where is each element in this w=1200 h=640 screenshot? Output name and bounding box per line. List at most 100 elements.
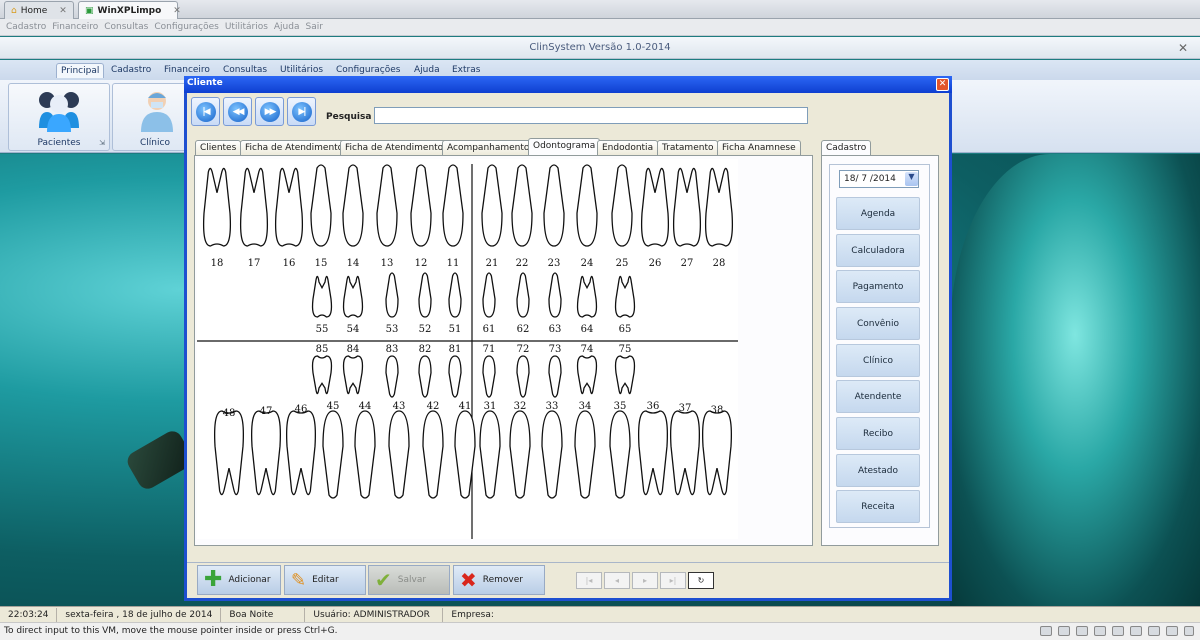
sound-icon[interactable]	[1112, 626, 1124, 636]
tooth[interactable]: 45	[322, 401, 344, 499]
resize-icon[interactable]	[1184, 626, 1194, 636]
tooth[interactable]: 37	[670, 403, 700, 496]
tooth[interactable]: 35	[609, 401, 631, 499]
host-tab-vm[interactable]: ▣ WinXPLimpo ✕	[78, 1, 181, 19]
tooth[interactable]: 34	[574, 401, 596, 499]
tooth[interactable]: 47	[251, 406, 281, 496]
close-icon[interactable]: ✕	[936, 78, 949, 91]
tooth[interactable]: 36	[638, 401, 668, 496]
close-icon[interactable]: ✕	[1178, 41, 1188, 55]
tab-odontograma[interactable]: Odontograma	[528, 138, 601, 156]
tooth[interactable]: 25	[611, 164, 633, 269]
tooth[interactable]: 32	[509, 401, 531, 499]
close-icon[interactable]: ✕	[59, 6, 67, 16]
calculadora-button[interactable]: Calculadora	[836, 234, 920, 267]
tooth[interactable]: 42	[422, 401, 444, 499]
chevron-down-icon[interactable]: ▼	[905, 172, 918, 186]
tab-ficha-atendimento-2[interactable]: Ficha de Atendimento	[340, 140, 449, 156]
ribbon-tab-utilitarios[interactable]: Utilitários	[280, 65, 323, 75]
host-tab-home[interactable]: ⌂ Home ✕	[4, 1, 74, 19]
refresh-button[interactable]: ↻	[688, 572, 714, 589]
record-next-button[interactable]: ▸	[632, 572, 658, 589]
tooth[interactable]: 48	[214, 408, 244, 496]
tooth[interactable]: 13	[376, 164, 398, 269]
tooth[interactable]: 71	[482, 344, 496, 398]
atestado-button[interactable]: Atestado	[836, 454, 920, 487]
tab-tratamento[interactable]: Tratamento	[657, 140, 719, 156]
first-record-button[interactable]: |◀	[191, 97, 220, 126]
close-icon[interactable]: ✕	[173, 6, 181, 16]
tooth[interactable]: 38	[702, 405, 732, 496]
menu-item[interactable]: Configurações	[154, 22, 218, 32]
tooth[interactable]: 17	[240, 167, 268, 269]
tooth[interactable]: 84	[342, 344, 364, 395]
add-button[interactable]: ✚ Adicionar	[197, 565, 281, 595]
tooth[interactable]: 18	[203, 167, 231, 269]
menu-item[interactable]: Financeiro	[52, 22, 98, 32]
shared-icon[interactable]	[1166, 626, 1178, 636]
atendente-button[interactable]: Atendente	[836, 380, 920, 413]
tooth[interactable]: 24	[576, 164, 598, 269]
tooth[interactable]: 65	[614, 275, 636, 335]
ribbon-tab-cadastro[interactable]: Cadastro	[111, 65, 151, 75]
menu-item[interactable]: Sair	[305, 22, 322, 32]
menu-item[interactable]: Ajuda	[274, 22, 300, 32]
tooth[interactable]: 14	[342, 164, 364, 269]
tab-ficha-anamnese[interactable]: Ficha Anamnese	[717, 140, 801, 156]
tooth[interactable]: 73	[548, 344, 562, 398]
tooth[interactable]: 43	[388, 401, 410, 499]
tab-endodontia[interactable]: Endodontia	[597, 140, 659, 156]
display-icon[interactable]	[1148, 626, 1160, 636]
recibo-button[interactable]: Recibo	[836, 417, 920, 450]
tooth[interactable]: 11	[442, 164, 464, 269]
record-last-button[interactable]: ▸|	[660, 572, 686, 589]
tab-clientes[interactable]: Clientes	[195, 140, 242, 156]
tooth[interactable]: 72	[516, 344, 530, 398]
tab-cadastro-side[interactable]: Cadastro	[821, 140, 872, 156]
tooth[interactable]: 27	[673, 167, 701, 269]
menu-item[interactable]: Cadastro	[6, 22, 46, 32]
receita-button[interactable]: Receita	[836, 490, 920, 523]
ribbon-tab-extras[interactable]: Extras	[452, 65, 480, 75]
tooth[interactable]: 26	[641, 167, 669, 269]
record-first-button[interactable]: |◂	[576, 572, 602, 589]
tooth[interactable]: 54	[342, 275, 364, 335]
tooth[interactable]: 81	[448, 344, 462, 398]
tooth[interactable]: 62	[516, 272, 530, 335]
menu-item[interactable]: Consultas	[104, 22, 148, 32]
tooth[interactable]: 51	[448, 272, 462, 335]
next-record-button[interactable]: ▶▶	[255, 97, 284, 126]
tooth[interactable]: 31	[479, 401, 501, 499]
tooth[interactable]: 23	[543, 164, 565, 269]
tooth[interactable]: 33	[541, 401, 563, 499]
last-record-button[interactable]: ▶|	[287, 97, 316, 126]
tooth[interactable]: 85	[311, 344, 333, 395]
ribbon-button-pacientes[interactable]: Pacientes ⇲	[8, 83, 110, 151]
tooth[interactable]: 53	[385, 272, 399, 335]
device-icon[interactable]	[1040, 626, 1052, 636]
usb-icon[interactable]	[1076, 626, 1088, 636]
tooth[interactable]: 15	[310, 164, 332, 269]
network-icon[interactable]	[1058, 626, 1070, 636]
remove-button[interactable]: ✖ Remover	[453, 565, 545, 595]
tooth[interactable]: 21	[481, 164, 503, 269]
tooth[interactable]: 16	[275, 167, 303, 269]
clinico-button[interactable]: Clínico	[836, 344, 920, 377]
ribbon-tab-consultas[interactable]: Consultas	[223, 65, 267, 75]
tooth[interactable]: 12	[410, 164, 432, 269]
tooth[interactable]: 82	[418, 344, 432, 398]
drive-icon[interactable]	[1130, 626, 1142, 636]
ribbon-tab-ajuda[interactable]: Ajuda	[414, 65, 440, 75]
pagamento-button[interactable]: Pagamento	[836, 270, 920, 303]
agenda-button[interactable]: Agenda	[836, 197, 920, 230]
search-input[interactable]	[374, 107, 808, 124]
tooth[interactable]: 22	[511, 164, 533, 269]
tooth[interactable]: 83	[385, 344, 399, 398]
ribbon-tab-principal[interactable]: Principal	[56, 63, 105, 78]
tooth[interactable]: 64	[576, 275, 598, 335]
ribbon-tab-financeiro[interactable]: Financeiro	[164, 65, 210, 75]
tooth[interactable]: 75	[614, 344, 636, 395]
printer-icon[interactable]	[1094, 626, 1106, 636]
tooth[interactable]: 46	[286, 404, 316, 496]
record-prev-button[interactable]: ◂	[604, 572, 630, 589]
